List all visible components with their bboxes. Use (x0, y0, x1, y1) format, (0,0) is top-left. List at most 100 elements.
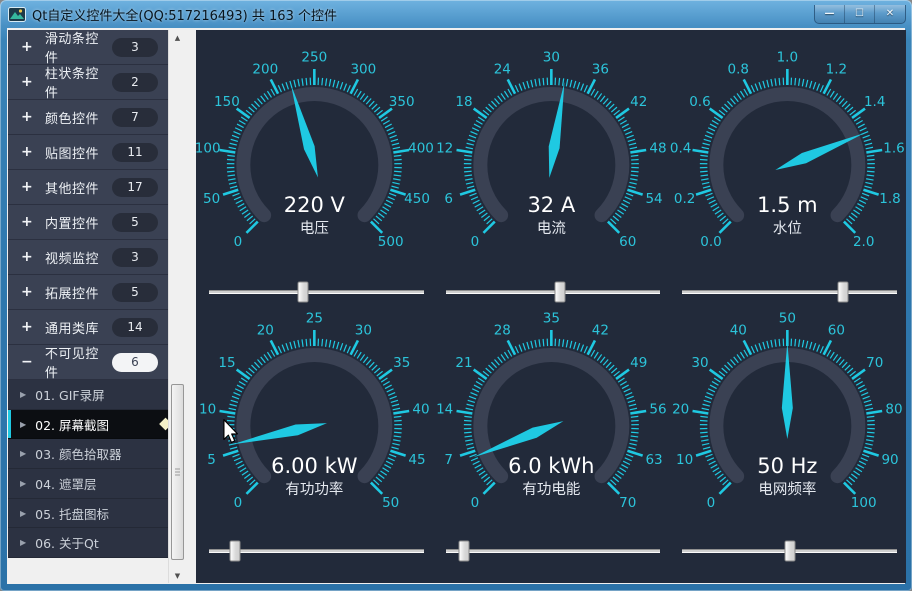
item-label: 05. 托盘图标 (35, 504, 109, 523)
minor-tick (723, 219, 729, 224)
gauge-value: 220 V (284, 193, 346, 217)
major-tick (390, 451, 405, 456)
group-label: 柱状条控件 (45, 63, 112, 101)
tick-label: 60 (619, 234, 636, 250)
sidebar-group-3[interactable]: +颜色控件7 (8, 100, 168, 135)
minor-tick (523, 82, 525, 89)
slider-track[interactable] (209, 549, 424, 553)
minor-tick (708, 128, 715, 131)
tick-label: 90 (882, 452, 899, 468)
sidebar-item-2[interactable]: ▶02. 屏幕截图 (8, 410, 168, 440)
sidebar-group-9[interactable]: +通用类库14 (8, 310, 168, 345)
sidebar-group-10[interactable]: −不可见控件6 (8, 345, 168, 380)
minor-tick (472, 128, 479, 131)
gauge-slider-6[interactable] (682, 537, 897, 565)
minor-tick (703, 404, 710, 406)
minor-tick (282, 345, 285, 352)
minor-tick (627, 400, 634, 402)
item-label: 04. 遮罩层 (35, 474, 96, 493)
minor-tick (227, 416, 234, 417)
minor-tick (539, 339, 540, 346)
minor-tick (390, 135, 397, 138)
group-count-badge: 6 (112, 353, 158, 372)
maximize-button[interactable]: ☐ (845, 5, 875, 23)
close-button[interactable]: ✕ (875, 5, 905, 23)
minor-tick (849, 477, 855, 482)
minor-tick (250, 480, 256, 485)
minor-tick (626, 193, 633, 196)
sidebar-group-6[interactable]: +内置控件5 (8, 205, 168, 240)
sidebar-group-1[interactable]: +滑动条控件3 (8, 30, 168, 65)
minor-tick (494, 359, 499, 365)
minor-tick (562, 78, 563, 85)
minor-tick (465, 179, 472, 180)
tick-label: 40 (730, 322, 747, 338)
sidebar-item-1[interactable]: ▶01. GIF录屏 (8, 380, 168, 410)
slider-handle[interactable] (784, 541, 795, 562)
sidebar-item-6[interactable]: ▶06. 关于Qt (8, 528, 168, 558)
minimize-button[interactable]: — (815, 5, 845, 23)
scrollbar-down-icon[interactable]: ▼ (169, 568, 186, 583)
minor-tick (702, 147, 709, 149)
minor-tick (497, 357, 502, 363)
minor-tick (624, 197, 631, 200)
minor-tick (271, 89, 275, 96)
gauge-slider-5[interactable] (446, 537, 661, 565)
major-tick (393, 150, 409, 153)
minor-tick (866, 440, 873, 441)
minor-tick (466, 404, 473, 406)
sidebar-item-4[interactable]: ▶04. 遮罩层 (8, 469, 168, 499)
minor-tick (251, 365, 256, 370)
titlebar[interactable]: Qt自定义控件大全(QQ:517216493) 共 163 个控件 — ☐ ✕ (0, 0, 912, 28)
sidebar-item-5[interactable]: ▶05. 托盘图标 (8, 499, 168, 529)
minor-tick (850, 371, 856, 376)
minor-tick (373, 480, 379, 485)
tick-label: 12 (436, 141, 453, 157)
minor-tick (271, 350, 275, 357)
tick-label: 18 (455, 94, 472, 110)
major-tick (693, 411, 709, 414)
mouse-cursor-icon (222, 419, 239, 444)
minor-tick (810, 342, 812, 349)
slider-handle[interactable] (459, 541, 470, 562)
item-arrow-icon: ▶ (20, 449, 26, 458)
tick-label: 2.0 (853, 234, 874, 250)
scrollbar-thumb[interactable] (171, 384, 184, 560)
minor-tick (471, 197, 478, 200)
group-count-badge: 2 (112, 73, 158, 92)
item-arrow-icon: ▶ (20, 390, 26, 399)
sidebar-scrollbar[interactable]: ▲ ▼ (168, 30, 186, 583)
minor-tick (597, 354, 601, 360)
sidebar-group-5[interactable]: +其他控件17 (8, 170, 168, 205)
minor-tick (712, 120, 718, 124)
sidebar-group-8[interactable]: +拓展控件5 (8, 275, 168, 310)
sidebar-group-2[interactable]: +柱状条控件2 (8, 65, 168, 100)
minor-tick (613, 110, 619, 115)
scrollbar-up-icon[interactable]: ▲ (169, 30, 186, 45)
minor-tick (631, 171, 638, 172)
slider-track[interactable] (446, 549, 661, 553)
minor-tick (845, 365, 850, 370)
minor-tick (611, 107, 617, 112)
minor-tick (763, 81, 765, 88)
gauge-title: 有功电能 (522, 481, 580, 498)
gauge-slider-4[interactable] (209, 537, 424, 565)
minor-tick (706, 193, 713, 196)
sidebar-group-4[interactable]: +贴图控件11 (8, 135, 168, 170)
minor-tick (391, 400, 398, 402)
minor-tick (469, 135, 476, 138)
sidebar-group-7[interactable]: +视频监控3 (8, 240, 168, 275)
sidebar-item-3[interactable]: ▶03. 颜色拾取器 (8, 439, 168, 469)
slider-handle[interactable] (229, 541, 240, 562)
minor-tick (249, 107, 255, 112)
minor-tick (241, 378, 247, 382)
minor-tick (620, 381, 626, 385)
expand-icon: + (21, 109, 35, 125)
minor-tick (535, 79, 536, 86)
minor-tick (250, 219, 256, 224)
minor-tick (388, 393, 395, 396)
minor-tick (827, 89, 831, 96)
major-tick (456, 411, 472, 414)
tick-label: 45 (408, 452, 425, 468)
gauge-电压: 050100150200250300350400450500220 V电压 (196, 32, 433, 282)
